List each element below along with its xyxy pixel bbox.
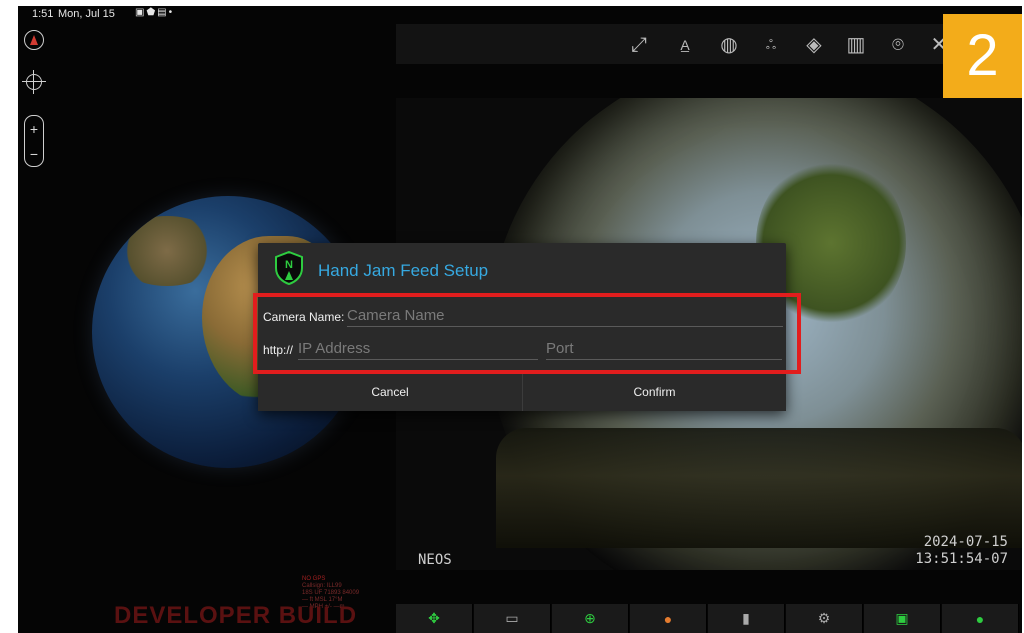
measure-icon[interactable]: A̲ xyxy=(672,32,698,58)
group-icon[interactable]: ஃ xyxy=(758,32,784,58)
layers-icon[interactable]: ◈ xyxy=(801,32,827,58)
locate-crosshair-button[interactable] xyxy=(22,70,46,94)
camera-date: 2024-07-15 xyxy=(923,534,1008,550)
status-dot-icon[interactable]: ● xyxy=(942,604,1019,633)
cancel-button[interactable]: Cancel xyxy=(258,371,522,411)
camera-name-input[interactable] xyxy=(347,304,783,327)
dialog-header: N Hand Jam Feed Setup xyxy=(258,243,786,291)
resize-icon[interactable]: ⤢ xyxy=(626,32,652,58)
target-icon[interactable]: ⊕ xyxy=(552,604,629,633)
video-icon[interactable]: ▭ xyxy=(474,604,551,633)
add-location-icon[interactable]: ⌾ xyxy=(885,32,911,58)
port-input[interactable] xyxy=(546,337,782,360)
compass-button[interactable] xyxy=(24,30,44,50)
hedge-image xyxy=(496,428,1022,548)
zoom-control[interactable]: + − xyxy=(24,115,44,167)
camera-name-label: Camera Name: xyxy=(263,310,345,324)
hand-jam-feed-dialog: N Hand Jam Feed Setup Camera Name: http:… xyxy=(258,243,786,411)
status-time: 1:51 xyxy=(32,8,54,20)
top-toolbar: ⤢ A̲ ◍ ஃ ◈ ▥ ⌾ ✕ xyxy=(396,24,1022,64)
camera-frame-icon[interactable]: ▣ xyxy=(864,604,941,633)
dot-icon: • xyxy=(168,7,175,18)
bottom-toolbar: ✥ ▭ ⊕ ● ▮ ⚙ ▣ ● xyxy=(396,604,1022,633)
gear-icon[interactable]: ⚙ xyxy=(786,604,863,633)
color-wheel-icon[interactable]: ● xyxy=(630,604,707,633)
dialog-divider xyxy=(258,294,786,296)
coordinates: 18S UF 71893 84009 xyxy=(302,590,360,596)
dialog-title: Hand Jam Feed Setup xyxy=(318,261,489,280)
panel-icon[interactable]: ▮ xyxy=(708,604,785,633)
europe-landmass xyxy=(112,216,222,286)
gallery-icon: ▣ xyxy=(135,7,147,18)
android-debug-icon: ⬟ xyxy=(146,7,158,18)
status-bar: 1:51 Mon, Jul 15 ▣⬟▤• xyxy=(18,6,1022,24)
confirm-button[interactable]: Confirm xyxy=(523,371,786,411)
callsign: Callsign: ILL99 xyxy=(302,583,342,589)
north-arrow-icon xyxy=(30,35,38,45)
pan-arrows-icon[interactable]: ✥ xyxy=(396,604,473,633)
camera-time: 13:51:54-07 xyxy=(915,551,1008,567)
map-icon[interactable]: ▥ xyxy=(843,32,869,58)
zoom-out-button[interactable]: − xyxy=(30,147,38,161)
svg-text:N: N xyxy=(285,259,293,271)
status-icons: ▣⬟▤• xyxy=(135,7,174,18)
status-date: Mon, Jul 15 xyxy=(58,8,115,20)
zoom-in-button[interactable]: + xyxy=(30,122,38,136)
gps-status: NO GPS xyxy=(302,576,326,582)
developer-build-watermark: DEVELOPER BUILD xyxy=(114,602,358,629)
shield-logo-icon: N xyxy=(275,251,303,285)
step-number-badge: 2 xyxy=(943,14,1022,98)
screen-icon: ▤ xyxy=(157,7,169,18)
ip-address-input[interactable] xyxy=(298,337,538,360)
globe-icon[interactable]: ◍ xyxy=(716,32,742,58)
camera-timestamp: 2024-07-15 13:51:54-07 xyxy=(915,534,1008,568)
camera-label: NEOS xyxy=(418,552,452,568)
http-prefix-label: http:// xyxy=(263,343,294,357)
